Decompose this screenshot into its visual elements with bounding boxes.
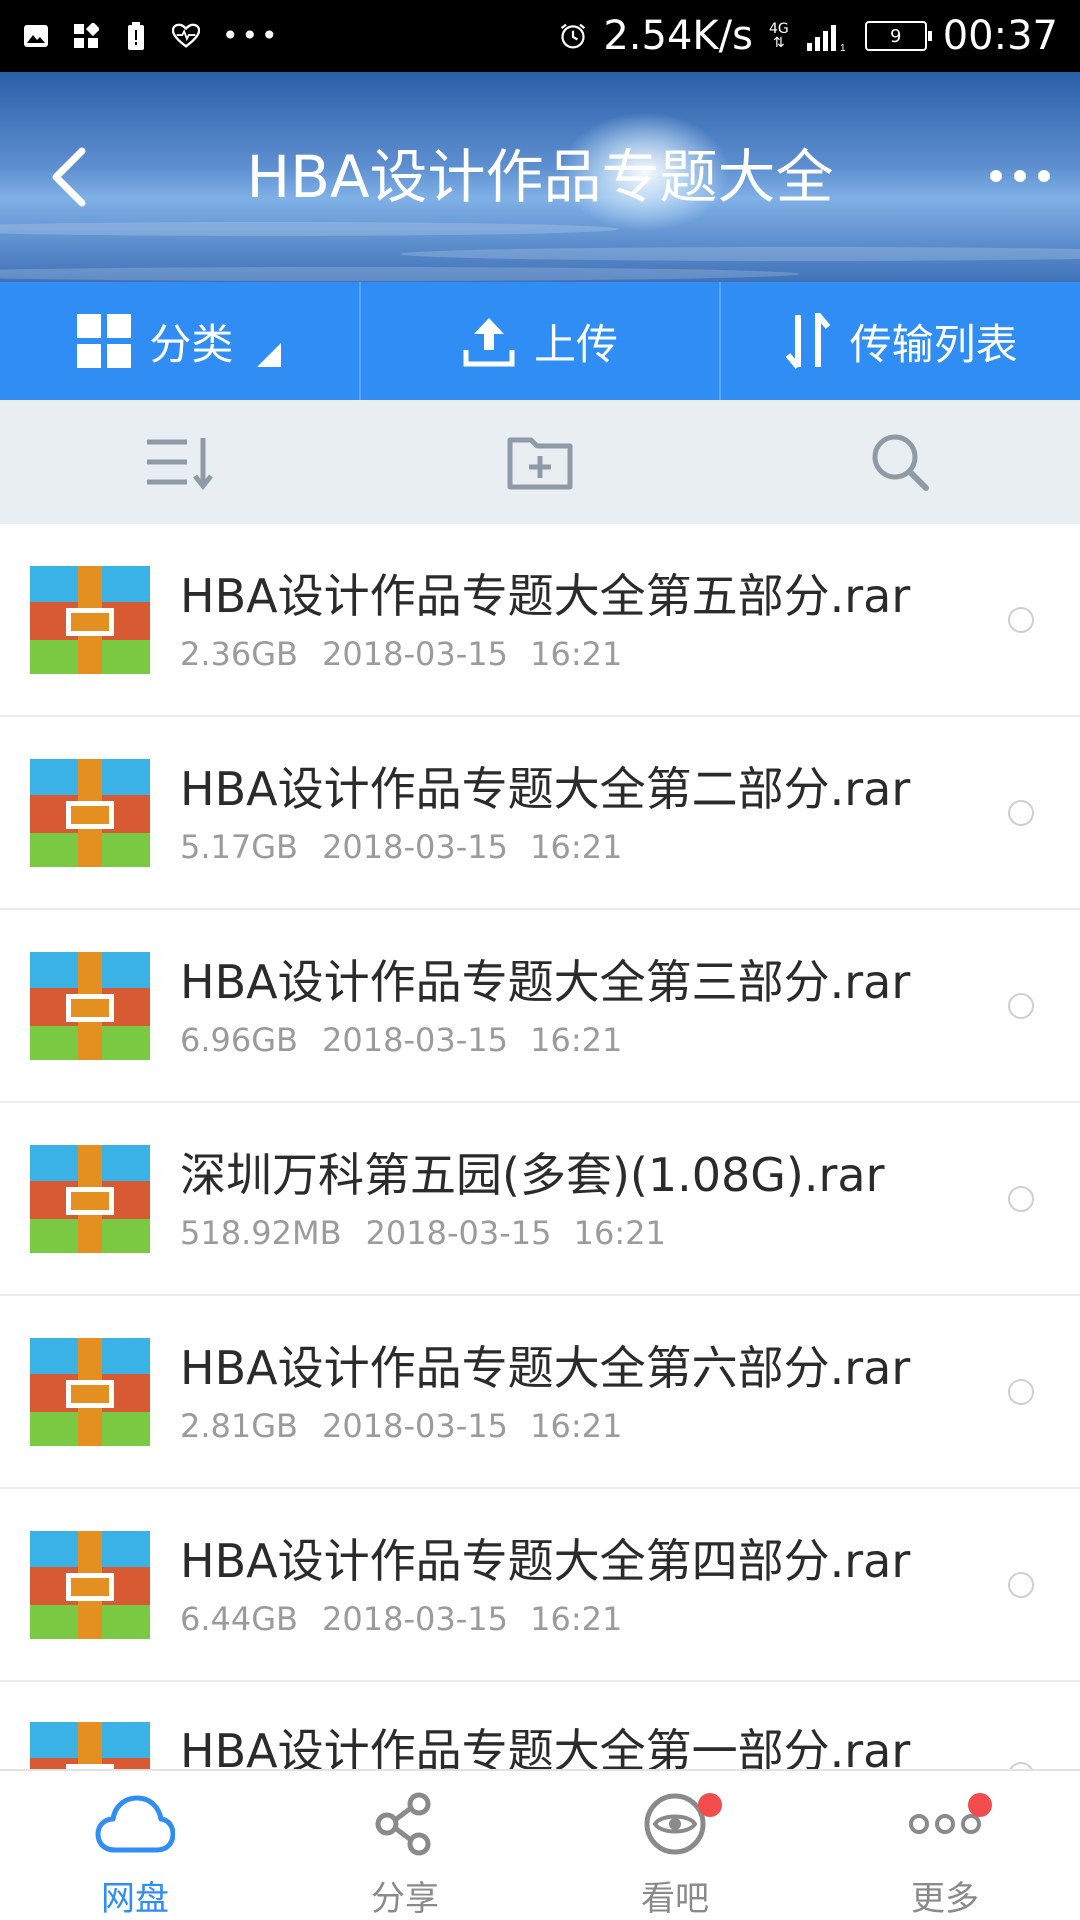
tab-upload[interactable]: 上传 <box>358 282 720 400</box>
file-meta: 2.81GB 2018-03-15 16:21 <box>180 1406 623 1445</box>
list-item[interactable]: HBA设计作品专题大全第四部分.rar 6.44GB 2018-03-15 16:… <box>0 1489 1080 1682</box>
search-icon <box>872 434 929 491</box>
more-circles-icon <box>900 1785 992 1863</box>
rar-file-icon <box>30 1337 150 1446</box>
file-name: 深圳万科第五园(多套)(1.08G).rar <box>180 1147 885 1202</box>
nav-netdisk-label: 网盘 <box>101 1879 169 1919</box>
list-item[interactable]: HBA设计作品专题大全第三部分.rar 6.96GB 2018-03-15 16:… <box>0 910 1080 1103</box>
rar-file-icon <box>30 1530 150 1639</box>
select-radio[interactable] <box>1008 606 1034 633</box>
tab-category[interactable]: 分类 <box>0 282 359 400</box>
tab-transfer-list[interactable]: 传输列表 <box>719 282 1080 400</box>
sort-button[interactable] <box>0 400 360 524</box>
status-bar: ••• 2.54K/s 4G ⇅ 1 9 00:37 <box>0 0 1080 72</box>
alert-battery-icon <box>122 22 150 50</box>
notification-badge <box>968 1793 992 1817</box>
more-dots-icon <box>990 170 1002 182</box>
network-type: 4G ⇅ <box>768 21 789 51</box>
rar-file-icon <box>30 1722 150 1769</box>
share-icon <box>360 1785 450 1863</box>
nav-watch-label: 看吧 <box>641 1879 709 1919</box>
sort-icon <box>147 438 213 490</box>
select-radio[interactable] <box>1008 1762 1034 1769</box>
select-radio[interactable] <box>1008 1378 1034 1405</box>
action-tabs: 分类 上传 传输列表 <box>0 282 1080 400</box>
file-meta: 2.36GB 2018-03-15 16:21 <box>180 634 623 673</box>
file-name: HBA设计作品专题大全第二部分.rar <box>180 761 911 816</box>
rar-file-icon <box>30 1144 150 1253</box>
file-name: HBA设计作品专题大全第四部分.rar <box>180 1533 911 1588</box>
file-name: HBA设计作品专题大全第五部分.rar <box>180 568 911 623</box>
transfer-arrows-icon <box>785 313 830 369</box>
file-name: HBA设计作品专题大全第六部分.rar <box>180 1340 911 1395</box>
list-item[interactable]: HBA设计作品专题大全第二部分.rar 5.17GB 2018-03-15 16:… <box>0 717 1080 910</box>
select-radio[interactable] <box>1008 799 1034 826</box>
image-icon <box>22 22 50 50</box>
list-item[interactable]: 深圳万科第五园(多套)(1.08G).rar 518.92MB 2018-03-1… <box>0 1103 1080 1296</box>
nav-more[interactable]: 更多 <box>810 1771 1080 1920</box>
select-radio[interactable] <box>1008 1185 1034 1212</box>
grid-icon <box>77 314 132 368</box>
file-meta: 6.96GB 2018-03-15 16:21 <box>180 1020 623 1059</box>
app-icon <box>72 22 100 50</box>
bottom-nav: 网盘 分享 看吧 更多 <box>0 1769 1080 1920</box>
search-button[interactable] <box>720 400 1080 524</box>
heartbeat-icon <box>172 22 200 50</box>
new-folder-button[interactable] <box>360 400 720 524</box>
more-dots-icon: ••• <box>222 19 281 52</box>
new-folder-icon <box>507 437 573 490</box>
nav-netdisk[interactable]: 网盘 <box>0 1771 270 1920</box>
rar-file-icon <box>30 951 150 1060</box>
battery-indicator: 9 <box>864 21 932 51</box>
rar-file-icon <box>30 758 150 867</box>
file-name: HBA设计作品专题大全第一部分.rar <box>180 1724 911 1769</box>
nav-share-label: 分享 <box>371 1879 439 1919</box>
tab-category-label: 分类 <box>149 319 234 369</box>
file-list: HBA设计作品专题大全第五部分.rar 2.36GB 2018-03-15 16:… <box>0 524 1080 1769</box>
svg-text:1: 1 <box>840 43 846 51</box>
tab-transfer-list-label: 传输列表 <box>849 319 1018 369</box>
dropdown-triangle-icon <box>257 343 282 367</box>
list-item[interactable]: HBA设计作品专题大全第一部分.rar <box>0 1682 1080 1769</box>
nav-share[interactable]: 分享 <box>270 1771 540 1920</box>
alarm-icon <box>559 22 587 50</box>
list-item[interactable]: HBA设计作品专题大全第五部分.rar 2.36GB 2018-03-15 16:… <box>0 524 1080 717</box>
signal-icon: 1 <box>805 22 849 51</box>
cloud-icon <box>90 1785 180 1863</box>
more-options-button[interactable] <box>990 156 1050 196</box>
file-name: HBA设计作品专题大全第三部分.rar <box>180 954 911 1009</box>
nav-more-label: 更多 <box>911 1879 979 1919</box>
file-meta: 5.17GB 2018-03-15 16:21 <box>180 827 623 866</box>
upload-icon <box>463 318 515 367</box>
file-meta: 6.44GB 2018-03-15 16:21 <box>180 1599 623 1638</box>
nav-watch[interactable]: 看吧 <box>540 1771 810 1920</box>
notification-badge <box>698 1793 722 1817</box>
page-title: HBA设计作品专题大全 <box>246 143 834 211</box>
select-radio[interactable] <box>1008 1571 1034 1598</box>
select-radio[interactable] <box>1008 992 1034 1019</box>
file-meta: 518.92MB 2018-03-15 16:21 <box>180 1213 666 1252</box>
list-item[interactable]: HBA设计作品专题大全第六部分.rar 2.81GB 2018-03-15 16:… <box>0 1296 1080 1489</box>
clock: 00:37 <box>942 13 1058 59</box>
header: HBA设计作品专题大全 <box>0 72 1080 282</box>
network-speed: 2.54K/s <box>603 13 753 59</box>
toolbar <box>0 400 1080 524</box>
rar-file-icon <box>30 565 150 674</box>
eye-icon <box>630 1785 722 1863</box>
tab-upload-label: 上传 <box>534 319 619 369</box>
